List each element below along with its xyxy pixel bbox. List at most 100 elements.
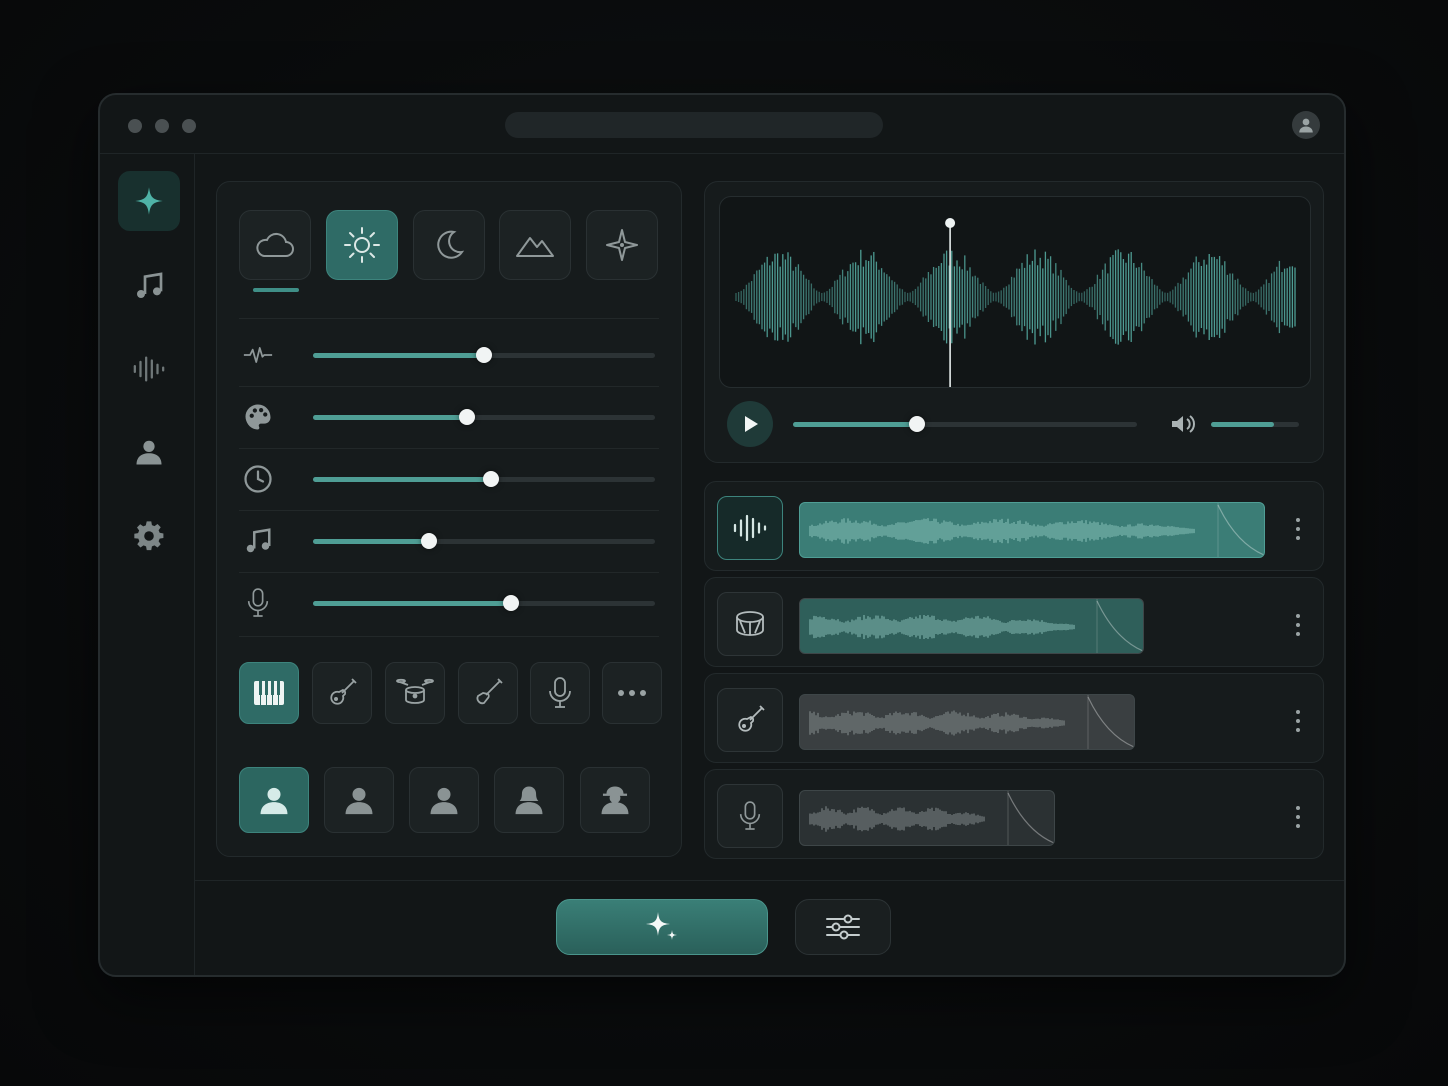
volume-slider[interactable] <box>1211 422 1299 427</box>
play-icon <box>745 416 758 432</box>
slider-handle[interactable] <box>421 533 438 549</box>
sidebar-item-generate[interactable] <box>118 171 180 231</box>
voice-person-icon <box>345 787 373 815</box>
slider-handle[interactable] <box>503 595 520 611</box>
track-row[interactable] <box>704 481 1324 571</box>
track-menu-button[interactable] <box>1295 710 1301 732</box>
divider <box>239 636 659 637</box>
progress-handle[interactable] <box>908 416 925 432</box>
slider-row <box>239 448 659 510</box>
more-icon <box>618 690 646 696</box>
slider-fill <box>313 353 484 358</box>
audio-clip[interactable] <box>799 694 1135 750</box>
slider-handle[interactable] <box>482 471 499 487</box>
waveform-display[interactable] <box>719 196 1311 388</box>
slider-row <box>239 386 659 448</box>
instrument-electric-guitar-button[interactable] <box>458 662 518 724</box>
sidebar-item-settings[interactable] <box>118 506 180 566</box>
sun-icon <box>344 227 380 263</box>
track-menu-button[interactable] <box>1295 518 1301 540</box>
track-row[interactable] <box>704 769 1324 859</box>
slider-track[interactable] <box>313 471 655 487</box>
divider <box>239 318 659 319</box>
sliders-icon <box>826 914 860 940</box>
voice-option-1[interactable] <box>239 767 309 833</box>
footer-bar <box>194 880 1344 975</box>
voice-option-4[interactable] <box>494 767 564 833</box>
maximize-window-dot[interactable] <box>182 119 196 133</box>
audio-clip[interactable] <box>799 790 1055 846</box>
cloud-icon <box>256 232 294 257</box>
mountain-icon <box>516 237 554 257</box>
instrument-vocals-button[interactable] <box>530 662 590 724</box>
app-window <box>98 93 1346 977</box>
track-menu-button[interactable] <box>1295 806 1301 828</box>
voice-option-5[interactable] <box>580 767 650 833</box>
profile-button[interactable] <box>1292 111 1320 139</box>
track-row[interactable] <box>704 577 1324 667</box>
mood-cloud-button[interactable] <box>239 210 311 280</box>
track-instrument-button[interactable] <box>717 784 783 848</box>
waveform <box>735 218 1296 387</box>
instrument-acoustic-guitar-button[interactable] <box>312 662 372 724</box>
slider-handle[interactable] <box>476 347 492 363</box>
slider-track[interactable] <box>313 595 655 611</box>
sidebar-item-audio[interactable] <box>118 339 180 399</box>
audio-clip[interactable] <box>799 502 1265 558</box>
gear-icon <box>134 521 164 551</box>
star-icon <box>606 229 638 261</box>
mood-mountain-button[interactable] <box>499 210 571 280</box>
slider-track[interactable] <box>313 347 655 363</box>
slider-row <box>239 510 659 572</box>
play-button[interactable] <box>727 401 773 447</box>
fade-out-curve <box>1096 600 1143 652</box>
moon-icon <box>437 230 465 259</box>
user-icon <box>1299 118 1313 133</box>
audio-bars-icon <box>732 513 768 543</box>
mood-moon-button[interactable] <box>413 210 485 280</box>
clip-waveform <box>809 791 1054 845</box>
volume-fill <box>1211 422 1275 427</box>
track-instrument-button[interactable] <box>717 592 783 656</box>
audio-bars-icon <box>133 356 165 382</box>
playhead-handle <box>945 218 956 228</box>
track-instrument-button[interactable] <box>717 688 783 752</box>
clip-waveform <box>809 503 1264 557</box>
title-bar <box>100 95 1344 154</box>
microphone-icon <box>549 677 571 708</box>
acoustic-guitar-icon <box>330 678 357 705</box>
mood-sun-button[interactable] <box>326 210 398 280</box>
progress-bar[interactable] <box>793 416 1137 432</box>
voice-male-icon <box>260 787 288 815</box>
sparkle-icon <box>135 187 163 215</box>
instrument-piano-button[interactable] <box>239 662 299 724</box>
sidebar-item-profile[interactable] <box>118 422 180 482</box>
fade-out-curve <box>1217 504 1264 556</box>
audio-clip[interactable] <box>799 598 1144 654</box>
slider-track[interactable] <box>313 409 655 425</box>
minimize-window-dot[interactable] <box>155 119 169 133</box>
voice-hat-icon <box>601 786 629 815</box>
voice-female-icon <box>515 786 543 815</box>
clip-waveform <box>809 695 1134 749</box>
track-row[interactable] <box>704 673 1324 763</box>
slider-fill <box>313 477 491 482</box>
sidebar-item-music[interactable] <box>118 256 180 316</box>
slider-track[interactable] <box>313 533 655 549</box>
mixer-settings-button[interactable] <box>795 899 891 955</box>
track-instrument-button[interactable] <box>717 496 783 560</box>
speaker-icon[interactable] <box>1169 412 1197 436</box>
drum-icon <box>733 608 767 640</box>
more-instruments-button[interactable] <box>602 662 662 724</box>
slider-fill <box>313 415 467 420</box>
music-note-icon <box>137 272 163 298</box>
instrument-drums-button[interactable] <box>385 662 445 724</box>
voice-option-3[interactable] <box>409 767 479 833</box>
slider-handle[interactable] <box>458 409 475 425</box>
track-menu-button[interactable] <box>1295 614 1301 636</box>
close-window-dot[interactable] <box>128 119 142 133</box>
voice-option-2[interactable] <box>324 767 394 833</box>
mood-star-button[interactable] <box>586 210 658 280</box>
generate-button[interactable] <box>556 899 768 955</box>
address-bar[interactable] <box>505 112 883 138</box>
